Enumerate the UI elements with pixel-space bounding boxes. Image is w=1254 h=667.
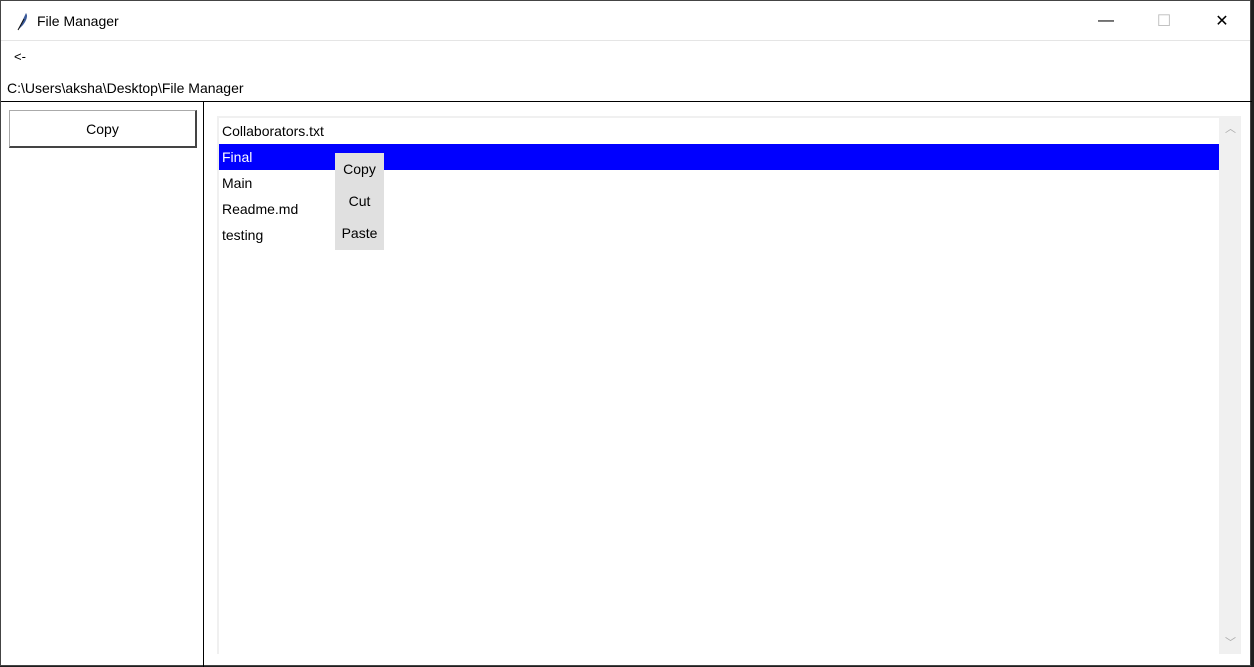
app-window: File Manager — ☐ ✕ <- C:\Users\aksha\Des… bbox=[0, 0, 1252, 667]
sidebar: Copy bbox=[1, 101, 204, 667]
window-title: File Manager bbox=[37, 12, 119, 29]
menu-item-cut[interactable]: Cut bbox=[335, 185, 384, 217]
title-bar: File Manager — ☐ ✕ bbox=[1, 1, 1250, 41]
back-button[interactable]: <- bbox=[14, 49, 26, 64]
file-item[interactable]: Collaborators.txt bbox=[219, 118, 1219, 144]
minimize-button[interactable]: — bbox=[1077, 1, 1135, 41]
feather-app-icon bbox=[17, 12, 27, 30]
close-button[interactable]: ✕ bbox=[1193, 1, 1251, 41]
scroll-down-icon[interactable]: ﹀ bbox=[1220, 634, 1241, 650]
current-path: C:\Users\aksha\Desktop\File Manager bbox=[7, 80, 244, 96]
context-menu: Copy Cut Paste bbox=[335, 153, 384, 250]
menu-item-paste[interactable]: Paste bbox=[335, 217, 384, 249]
scroll-up-icon[interactable]: ︿ bbox=[1220, 120, 1241, 136]
copy-button[interactable]: Copy bbox=[9, 110, 197, 148]
maximize-button[interactable]: ☐ bbox=[1135, 1, 1193, 41]
vertical-scrollbar[interactable]: ︿ ﹀ bbox=[1220, 116, 1241, 654]
menu-item-copy[interactable]: Copy bbox=[335, 153, 384, 185]
